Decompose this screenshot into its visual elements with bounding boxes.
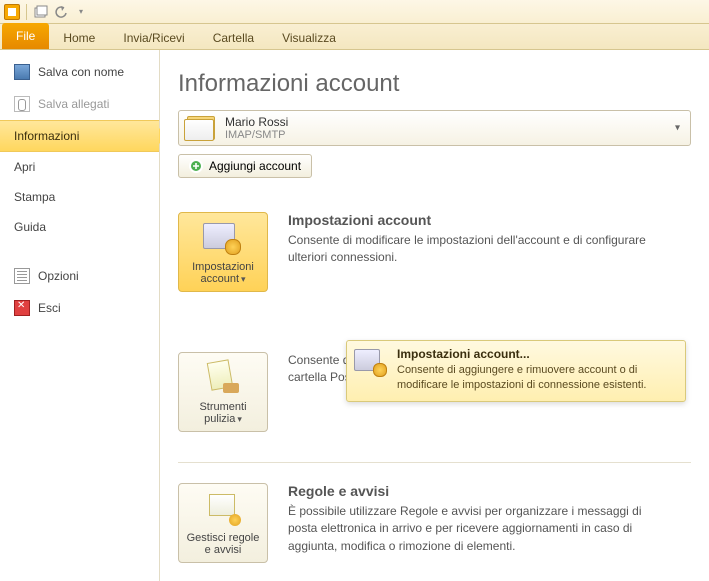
account-settings-icon <box>203 221 243 255</box>
quick-access-toolbar: ▾ <box>0 0 709 24</box>
menu-item-title: Impostazioni account... <box>397 347 675 361</box>
cleanup-icon <box>203 361 243 395</box>
account-settings-menu-item[interactable]: Impostazioni account... Consente di aggi… <box>346 340 686 402</box>
app-icon <box>4 4 20 20</box>
tab-view[interactable]: Visualizza <box>268 27 350 49</box>
add-account-label: Aggiungi account <box>209 159 301 173</box>
button-label: Gestisci regole e avvisi <box>187 532 260 556</box>
qat-dropdown-icon[interactable]: ▾ <box>73 4 89 20</box>
account-settings-button[interactable]: Impostazioni account▾ <box>178 212 268 292</box>
sidebar-item-label: Informazioni <box>14 129 79 143</box>
sidebar-exit[interactable]: Esci <box>0 292 159 324</box>
account-selector[interactable]: Mario Rossi IMAP/SMTP ▾ <box>178 110 691 146</box>
options-icon <box>14 268 30 284</box>
tab-folder[interactable]: Cartella <box>199 27 268 49</box>
sidebar-item-label: Opzioni <box>38 269 79 283</box>
rules-icon <box>203 492 243 526</box>
page-title: Informazioni account <box>178 70 691 98</box>
save-icon <box>14 64 30 80</box>
tab-send-receive[interactable]: Invia/Ricevi <box>109 27 198 49</box>
sidebar-print[interactable]: Stampa <box>0 182 159 212</box>
add-account-button[interactable]: Aggiungi account <box>178 154 312 178</box>
sidebar-open[interactable]: Apri <box>0 152 159 182</box>
chevron-down-icon: ▾ <box>675 123 680 134</box>
account-folder-icon <box>187 116 215 140</box>
cleanup-tools-button[interactable]: Strumenti pulizia▾ <box>178 352 268 432</box>
backstage-sidebar: Salva con nome Salva allegati Informazio… <box>0 50 160 581</box>
qat-button[interactable] <box>33 4 49 20</box>
chevron-down-icon: ▾ <box>237 414 242 424</box>
sidebar-item-label: Stampa <box>14 190 55 204</box>
sidebar-options[interactable]: Opzioni <box>0 260 159 292</box>
sidebar-save-attachments: Salva allegati <box>0 88 159 120</box>
attachment-icon <box>14 96 30 112</box>
separator <box>26 4 27 20</box>
section-heading: Regole e avvisi <box>288 483 668 499</box>
account-settings-icon <box>357 349 387 377</box>
section-desc: È possibile utilizzare Regole e avvisi p… <box>288 503 668 555</box>
tab-file[interactable]: File <box>2 23 49 49</box>
sidebar-help[interactable]: Guida <box>0 212 159 242</box>
chevron-down-icon: ▾ <box>241 274 246 284</box>
tab-home[interactable]: Home <box>49 27 109 49</box>
sidebar-item-label: Esci <box>38 301 61 315</box>
section-heading: Impostazioni account <box>288 212 668 228</box>
exit-icon <box>14 300 30 316</box>
section-desc: Consente di modificare le impostazioni d… <box>288 232 668 267</box>
sidebar-save-as[interactable]: Salva con nome <box>0 56 159 88</box>
menu-item-desc: Consente di aggiungere e rimuovere accou… <box>397 363 675 393</box>
account-protocol: IMAP/SMTP <box>225 129 288 141</box>
plus-icon <box>189 159 203 173</box>
sidebar-item-label: Salva con nome <box>38 65 124 79</box>
rules-alerts-button[interactable]: Gestisci regole e avvisi <box>178 483 268 563</box>
account-name: Mario Rossi <box>225 115 288 129</box>
separator <box>178 462 691 463</box>
undo-icon[interactable] <box>53 4 69 20</box>
sidebar-info[interactable]: Informazioni <box>0 120 159 152</box>
sidebar-item-label: Salva allegati <box>38 97 109 111</box>
backstage-content: Informazioni account Mario Rossi IMAP/SM… <box>160 50 709 581</box>
sidebar-item-label: Apri <box>14 160 35 174</box>
sidebar-item-label: Guida <box>14 220 46 234</box>
ribbon-tabs: File Home Invia/Ricevi Cartella Visualiz… <box>0 24 709 50</box>
